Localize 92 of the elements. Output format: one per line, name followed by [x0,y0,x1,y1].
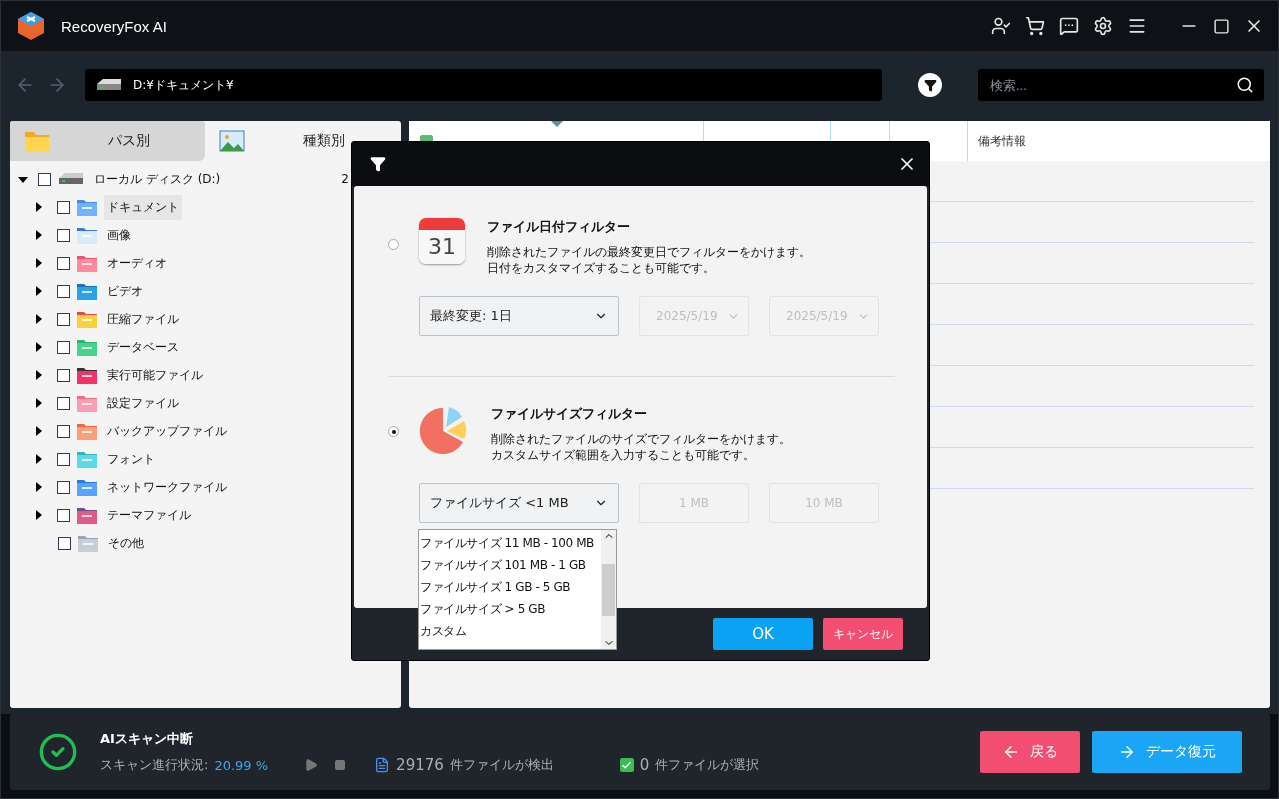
selected-label: 件ファイルが選択 [655,756,760,774]
checkbox[interactable] [57,508,70,522]
item-count: 2 [341,172,349,186]
document-icon [374,757,391,773]
tree-item[interactable]: 画像 [104,222,134,248]
folder-icon [76,309,98,329]
account-icon[interactable] [991,16,1011,36]
tree-item[interactable]: 実行可能ファイル [104,362,206,388]
image-icon [219,130,245,152]
search-field[interactable]: 検索... [978,69,1264,101]
view-tab[interactable]: パス別 [10,121,205,161]
folder-icon [24,130,50,152]
progress-value: 20.99 % [214,757,269,773]
checkbox[interactable] [57,396,70,410]
folder-icon [76,477,98,497]
search-icon[interactable] [1236,76,1254,94]
cart-icon[interactable] [1025,16,1045,36]
tree-item[interactable]: その他 [105,530,147,556]
menu-icon[interactable] [1127,16,1147,36]
search-input[interactable]: 検索... [988,76,1236,94]
checkbox[interactable] [57,200,70,214]
folder-icon [76,225,98,245]
tree-item[interactable]: ネットワークファイル [104,474,230,500]
dropdown-option[interactable]: ファイルサイズ 1 GB - 5 GB [419,576,601,598]
dropdown-option[interactable]: カスタム [419,620,601,642]
folder-icon [76,253,98,273]
filter-dropdown[interactable]: 最終変更: 1日 [419,296,619,336]
drive-icon [95,78,123,92]
check-circle-icon [38,732,78,772]
checkbox[interactable] [57,228,70,242]
checkbox[interactable] [57,480,70,494]
scrollbar[interactable] [601,530,616,649]
path-bar[interactable]: D:¥ドキュメント¥ [85,69,882,101]
folder-icon [77,533,99,553]
checkbox[interactable] [57,452,70,466]
path-text: D:¥ドキュメント¥ [133,76,234,94]
found-label: 件ファイルが検出 [449,756,554,774]
dropdown-option[interactable]: ファイルサイズ 101 MB - 1 GB [419,554,601,576]
progress-label: スキャン進行状況: [100,756,209,774]
filter-title: ファイルサイズフィルター [491,405,648,423]
checkbox[interactable] [57,340,70,354]
tree-item[interactable]: 設定ファイル [104,390,182,416]
pie-chart-icon [419,405,469,455]
folder-icon [76,365,98,385]
radio-button[interactable] [388,426,399,437]
drive-icon [57,172,85,186]
chat-icon[interactable] [1059,16,1079,36]
tree-item[interactable]: ビデオ [104,278,146,304]
dropdown-option[interactable]: ファイルサイズ > 5 GB [419,598,601,620]
folder-icon [76,421,98,441]
folder-icon [76,505,98,525]
checkbox[interactable] [57,256,70,270]
app-logo [15,10,47,42]
tree-item[interactable]: ローカル ディスク (D:) [91,166,224,192]
app-title: RecoveryFox AI [61,17,168,35]
tree-item[interactable]: テーマファイル [104,502,194,528]
settings-icon[interactable] [1093,16,1113,36]
filter-icon [923,78,937,92]
play-icon[interactable] [304,758,319,772]
checkbox[interactable] [57,284,70,298]
folder-icon [76,197,98,217]
calendar-icon: 31 [419,218,465,264]
found-count: 29176 [396,756,444,774]
filter-button[interactable] [918,73,942,97]
dropdown-option[interactable]: ファイルサイズ 11 MB - 100 MB [419,532,601,554]
filter-description: 削除されたファイルのサイズでフィルターをかけます。 カスタムサイズ範囲を入力することも可能です。 [491,431,791,463]
radio-button[interactable] [388,239,399,250]
tree-item[interactable]: バックアップファイル [104,418,230,444]
checkbox[interactable] [38,172,51,186]
folder-icon [76,393,98,413]
tree-item[interactable]: データベース [104,334,182,360]
folder-icon [76,281,98,301]
folder-icon [76,337,98,357]
folder-icon [76,449,98,469]
stop-icon[interactable] [334,759,347,771]
filter-title: ファイル日付フィルター [487,218,631,236]
checkbox[interactable] [57,424,70,438]
checkbox[interactable] [58,536,71,550]
tree-item[interactable]: 圧縮ファイル [104,306,182,332]
selected-count: 0 [639,756,650,774]
filter-icon [370,156,386,172]
checkbox[interactable] [57,312,70,326]
scan-status-title: AIスキャン中断 [100,730,194,748]
maximize-icon[interactable] [1213,17,1230,35]
filter-description: 削除されたファイルの最終変更日でフィルターをかけます。 日付をカスタマイズすることも可能です。 [487,244,811,276]
tree-item[interactable]: オーディオ [104,250,170,276]
arrow-right-icon [1118,743,1136,761]
scroll-thumb[interactable] [602,563,615,616]
tree-item[interactable]: フォント [104,446,158,472]
tree-item[interactable]: ドキュメント [104,194,182,220]
filter-dropdown[interactable]: ファイルサイズ <1 MB [419,483,619,523]
checkbox[interactable] [57,368,70,382]
